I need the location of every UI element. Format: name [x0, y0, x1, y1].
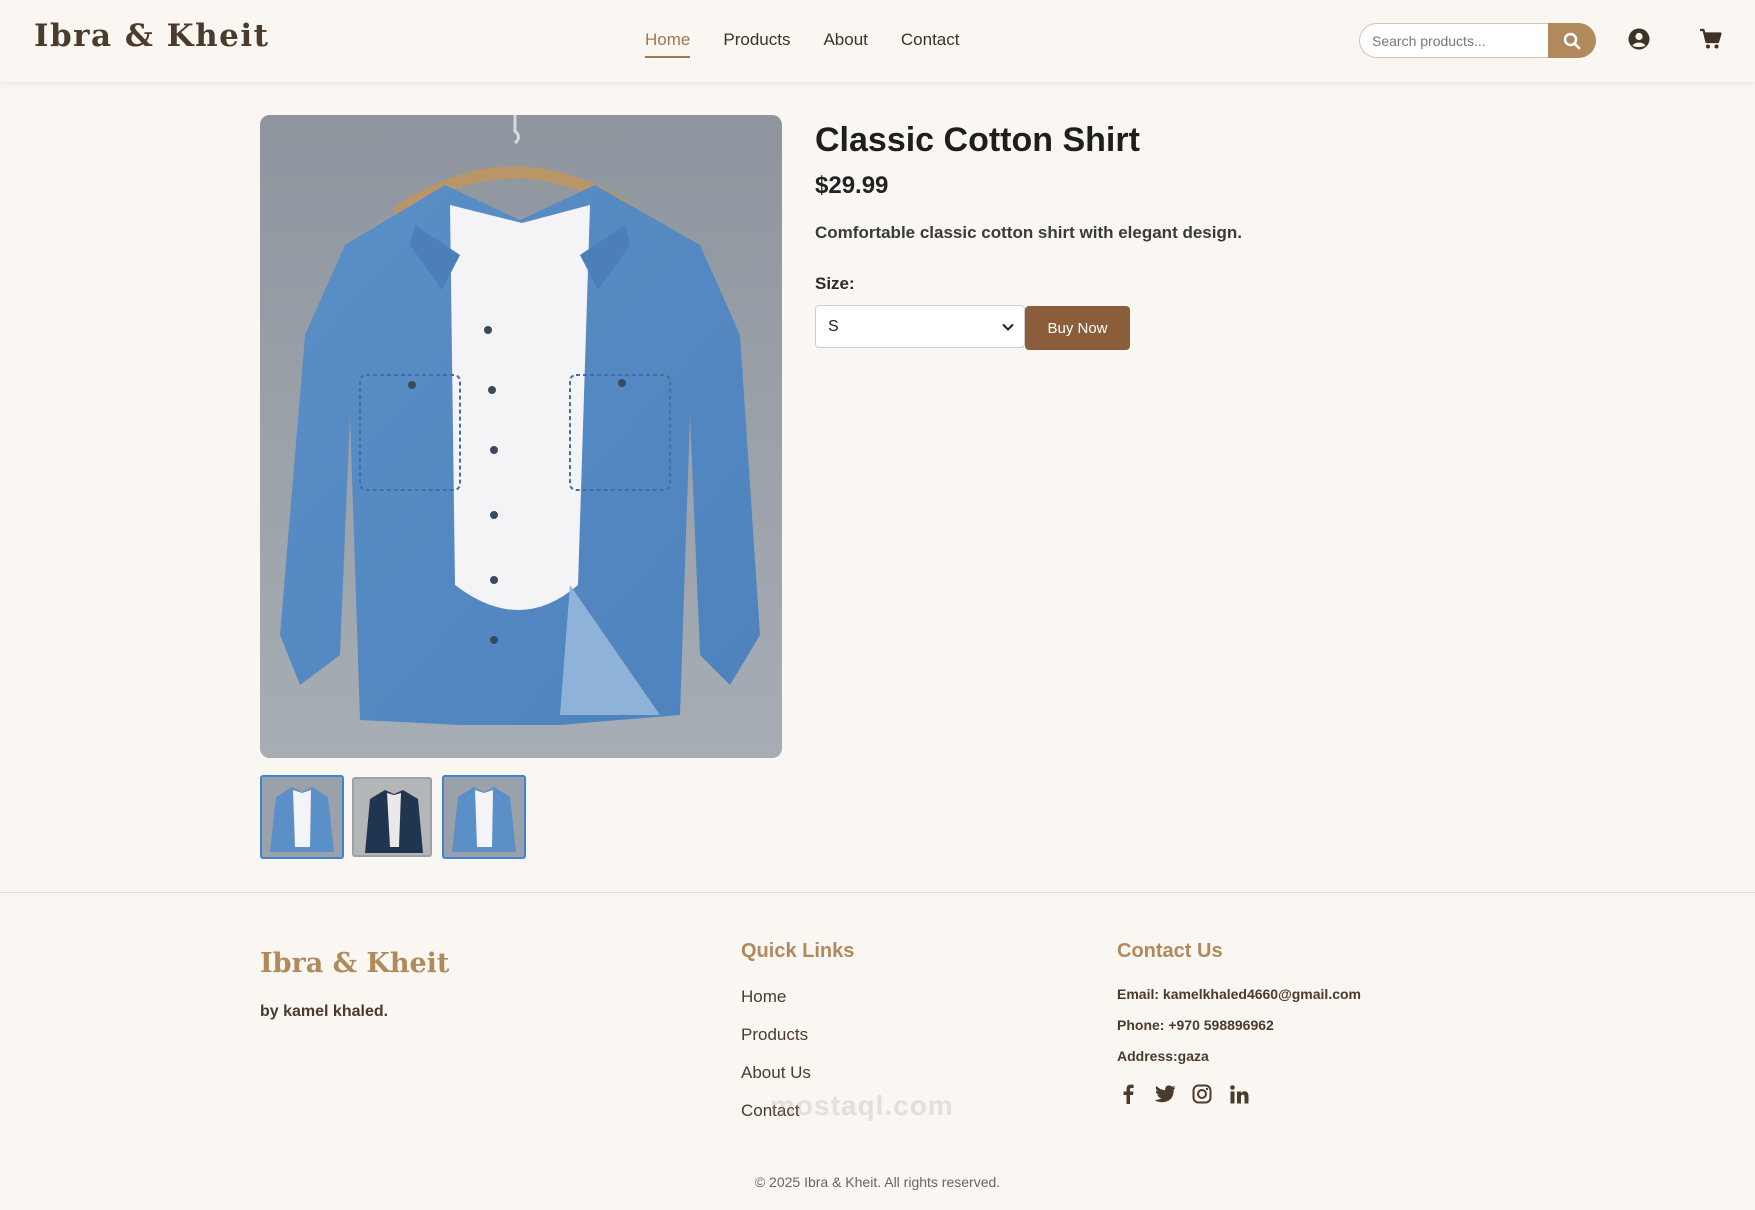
copyright: © 2025 Ibra & Kheit. All rights reserved…	[754, 1174, 1001, 1190]
footer-byline: by kamel khaled.	[260, 1003, 389, 1020]
contact-phone: Phone: +970 598896962	[1117, 1017, 1274, 1033]
search-button[interactable]	[1548, 23, 1596, 58]
thumbnail-strip	[260, 775, 534, 859]
search-icon	[1563, 32, 1581, 49]
shirt-image	[260, 115, 782, 758]
size-select-value: S	[828, 317, 839, 335]
size-label: Size:	[815, 274, 855, 293]
product-price: $29.99	[815, 172, 889, 199]
social-links	[1117, 1083, 1265, 1105]
footer-link-products[interactable]: Products	[741, 1025, 811, 1063]
cart-button[interactable]	[1698, 26, 1724, 52]
linkedin-icon[interactable]	[1228, 1083, 1250, 1105]
size-select[interactable]: S	[815, 305, 1025, 348]
shopping-cart-icon	[1700, 28, 1722, 49]
footer-link-home[interactable]: Home	[741, 987, 811, 1025]
watermark: mostaql.com	[770, 1090, 954, 1121]
brand-logo[interactable]: Ibra & Kheit	[34, 18, 269, 54]
product-title: Classic Cotton Shirt	[815, 121, 1140, 159]
search-input[interactable]	[1359, 23, 1548, 58]
quick-links-title: Quick Links	[741, 940, 855, 962]
product-main-image	[260, 115, 782, 758]
contact-info: Email: kamelkhaled4660@gmail.com Phone: …	[1117, 986, 1361, 1079]
user-circle-icon	[1628, 28, 1650, 50]
search-bar	[1359, 23, 1596, 58]
site-header: Ibra & Kheit Home Products About Contact	[0, 0, 1755, 82]
dark-shirt-thumbnail-icon	[354, 779, 430, 855]
twitter-icon[interactable]	[1154, 1083, 1176, 1105]
shirt-thumbnail-icon	[262, 777, 342, 857]
footer-divider	[0, 892, 1755, 893]
thumbnail-3[interactable]	[442, 775, 526, 859]
shirt-thumbnail-icon	[444, 777, 524, 857]
thumbnail-1[interactable]	[260, 775, 344, 859]
product-description: Comfortable classic cotton shirt with el…	[815, 223, 1242, 242]
footer-brand: Ibra & Kheit	[260, 948, 450, 979]
nav-home[interactable]: Home	[645, 30, 691, 58]
facebook-icon[interactable]	[1117, 1083, 1139, 1105]
nav-products[interactable]: Products	[723, 30, 790, 58]
account-button[interactable]	[1626, 26, 1652, 52]
instagram-icon[interactable]	[1191, 1083, 1213, 1105]
contact-address: Address:gaza	[1117, 1048, 1209, 1064]
chevron-down-icon	[1002, 323, 1014, 331]
nav-about[interactable]: About	[823, 30, 867, 58]
contact-title: Contact Us	[1117, 940, 1223, 962]
nav-contact[interactable]: Contact	[901, 30, 960, 58]
main-nav: Home Products About Contact	[645, 30, 992, 58]
buy-now-button[interactable]: Buy Now	[1025, 306, 1130, 350]
contact-email: Email: kamelkhaled4660@gmail.com	[1117, 986, 1361, 1002]
thumbnail-2[interactable]	[352, 777, 432, 857]
